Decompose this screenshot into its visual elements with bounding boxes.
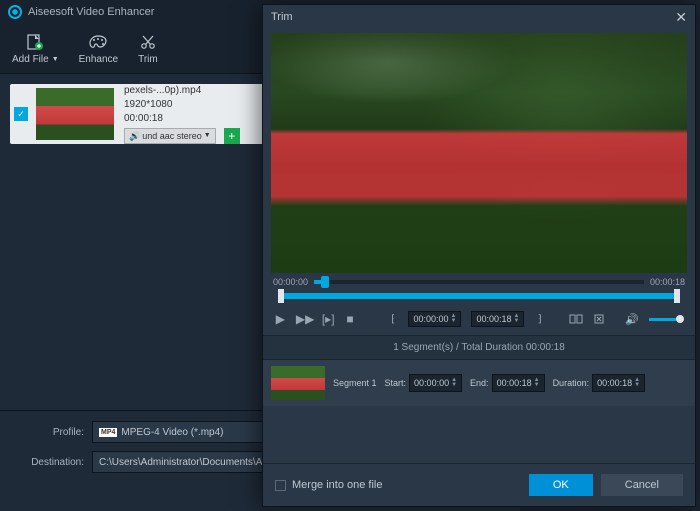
audio-track-select[interactable]: 🔊 und aac stereo ▼ [124, 128, 216, 145]
trim-dialog: Trim ✕ 00:00:00 00:00:18 ▶ ▶▶ [▸] ■ ⁅ 00… [262, 4, 696, 507]
ok-button[interactable]: OK [529, 474, 593, 496]
video-preview[interactable] [271, 33, 687, 273]
trim-titlebar: Trim ✕ [263, 5, 695, 29]
segment-end-label: End: [470, 378, 489, 388]
file-checkbox[interactable]: ✓ [14, 107, 28, 121]
destination-label: Destination: [14, 457, 84, 468]
split-button[interactable] [569, 313, 583, 325]
spinner-icon[interactable]: ▲▼ [513, 314, 519, 324]
dropdown-arrow-icon: ▼ [204, 131, 211, 141]
range-start-handle[interactable] [278, 289, 284, 303]
next-frame-button[interactable]: [▸] [322, 312, 335, 326]
dropdown-arrow-icon: ▼ [52, 56, 59, 63]
play-button[interactable]: ▶ [275, 312, 286, 326]
trim-title: Trim [271, 11, 293, 23]
range-track[interactable] [281, 293, 677, 299]
segment-end-input[interactable]: 00:00:18 ▲▼ [492, 374, 545, 392]
volume-thumb[interactable] [676, 315, 684, 323]
spinner-icon[interactable]: ▲▼ [634, 378, 640, 388]
segment-duration-input[interactable]: 00:00:18 ▲▼ [592, 374, 645, 392]
range-end-handle[interactable] [674, 289, 680, 303]
playback-timeline: 00:00:00 00:00:18 [263, 273, 695, 291]
speaker-icon: 🔊 [129, 130, 140, 143]
spinner-icon[interactable]: ▲▼ [450, 314, 456, 324]
segment-start-label: Start: [385, 378, 407, 388]
end-time-input[interactable]: 00:00:18 ▲▼ [471, 311, 524, 327]
trim-range [263, 291, 695, 303]
volume-slider[interactable] [649, 318, 683, 321]
trim-button[interactable]: Trim [138, 32, 158, 65]
segment-start-input[interactable]: 00:00:00 ▲▼ [409, 374, 462, 392]
merge-checkbox[interactable] [275, 480, 286, 491]
playback-controls: ▶ ▶▶ [▸] ■ ⁅ 00:00:00 ▲▼ 00:00:18 ▲▼ ⁆ 🔊 [263, 303, 695, 335]
close-button[interactable]: ✕ [675, 9, 687, 26]
segment-name: Segment 1 [333, 378, 377, 388]
add-file-icon [26, 32, 44, 52]
set-end-button[interactable]: ⁆ [534, 314, 545, 325]
segment-duration-label: Duration: [553, 378, 590, 388]
add-file-label: Add File [12, 54, 49, 65]
enhance-label: Enhance [79, 54, 118, 65]
trim-footer: Merge into one file OK Cancel [263, 463, 695, 506]
enhance-button[interactable]: Enhance [79, 32, 118, 65]
add-file-button[interactable]: Add File▼ [12, 32, 59, 65]
fast-forward-button[interactable]: ▶▶ [296, 312, 312, 326]
file-thumbnail [36, 88, 114, 140]
time-current: 00:00:00 [273, 277, 308, 287]
add-track-button[interactable]: + [224, 128, 240, 144]
segment-thumbnail [271, 366, 325, 400]
scissors-icon [139, 32, 157, 52]
app-title: Aiseesoft Video Enhancer [28, 6, 154, 18]
segment-row[interactable]: Segment 1 Start: 00:00:00 ▲▼ End: 00:00:… [263, 360, 695, 406]
segments-header: 1 Segment(s) / Total Duration 00:00:18 [263, 335, 695, 360]
volume-icon[interactable]: 🔊 [625, 313, 639, 326]
profile-label: Profile: [14, 427, 84, 438]
stop-button[interactable]: ■ [345, 312, 356, 326]
cancel-button[interactable]: Cancel [601, 474, 683, 496]
palette-icon [88, 32, 108, 52]
timeline-track[interactable] [314, 280, 644, 284]
preview-image [271, 33, 687, 273]
set-start-button[interactable]: ⁅ [388, 314, 399, 325]
delete-segment-button[interactable] [593, 313, 605, 325]
spinner-icon[interactable]: ▲▼ [451, 378, 457, 388]
video-format-icon: MP4 [99, 428, 117, 437]
timeline-handle[interactable] [321, 276, 329, 288]
app-logo-icon [8, 5, 22, 19]
start-time-input[interactable]: 00:00:00 ▲▼ [408, 311, 461, 327]
spinner-icon[interactable]: ▲▼ [534, 378, 540, 388]
merge-label: Merge into one file [292, 479, 383, 491]
time-total: 00:00:18 [650, 277, 685, 287]
trim-label: Trim [138, 54, 158, 65]
